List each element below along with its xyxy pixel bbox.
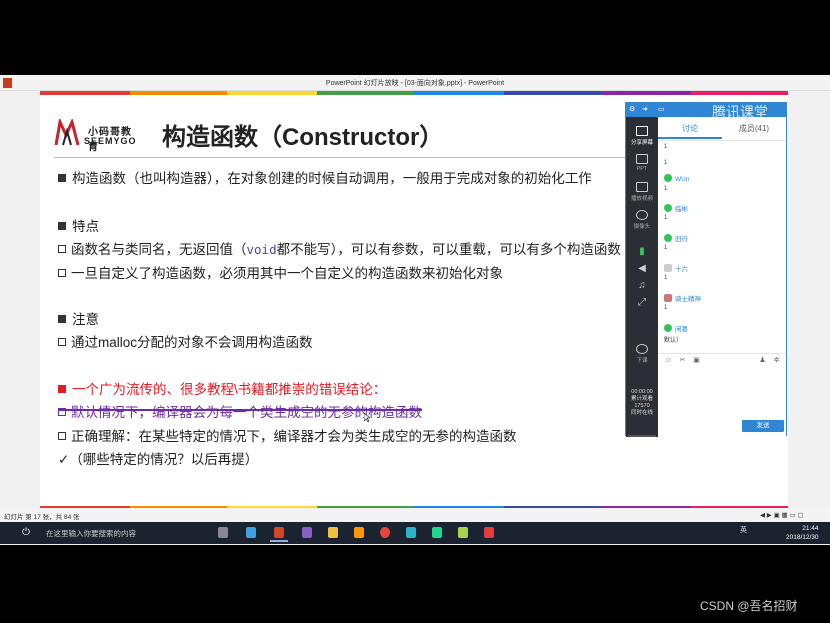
powerpoint-taskbar-icon[interactable] [270, 524, 288, 542]
chrome-icon[interactable] [376, 524, 394, 542]
wechat-avatar-icon [664, 234, 672, 242]
camera-button[interactable]: 摄像头 [626, 207, 658, 235]
brand-logo: 小码哥教育 SEEMYGO [54, 117, 138, 153]
chat-message-text: 1 [664, 186, 668, 192]
window-icon[interactable]: ▭ [658, 106, 666, 114]
slide-counter: 幻灯片 第 17 张，共 84 张 [4, 514, 80, 521]
clion-icon[interactable] [428, 524, 446, 542]
ppt-button[interactable]: PPT [626, 151, 658, 179]
followup-item: ✓（哪些特定的情况？以后再提） [58, 452, 259, 467]
play-video-button[interactable]: 播放视频 [626, 179, 658, 207]
seemygo-logo-icon [54, 119, 80, 146]
app-icon[interactable] [402, 524, 420, 542]
hollow-bullet-icon [58, 432, 66, 440]
microphone-icon[interactable]: ▮ [636, 247, 648, 257]
chat-user[interactable]: 闲葛 [664, 323, 688, 333]
tencent-classroom-panel: ⚙ ➜ ▭ 分享屏幕 PPT 播放视频 摄像头 ▮ ◀ ♫ ⤢ 下课 00:00… [625, 102, 787, 437]
chat-input-toolbar: ☺ ✂ ▣ ♟ ✲ [658, 353, 786, 365]
view-controls[interactable]: ◀ ▶ ▣ ▦ ▭ ▢ [760, 511, 804, 519]
chat-message-text: 1 [664, 215, 668, 221]
tab-discuss[interactable]: 讨论 [658, 123, 722, 139]
mouse-cursor-icon [364, 413, 370, 422]
square-bullet-icon [58, 315, 66, 323]
bullet-definition: 构造函数（也叫构造器），在对象创建的时候自动调用，一般用于完成对象的初始化工作 [58, 167, 592, 187]
screen-icon [636, 126, 648, 136]
arrow-right-icon[interactable]: ➜ [642, 106, 650, 114]
class-stats: 00:00:00 累计观看 17570 同时在线 [630, 389, 653, 416]
hollow-bullet-icon [58, 338, 66, 346]
power-icon [636, 344, 648, 354]
settings-icon[interactable]: ⚙ [629, 106, 637, 114]
power-icon[interactable]: ⏻ [22, 527, 34, 539]
taskbar-clock[interactable]: 21:44 2018/12/30 [786, 524, 819, 542]
feature-item-2: 一旦自定义了构造函数，必须用其中一个自定义的构造函数来初始化对象 [58, 262, 503, 282]
wechat-avatar-icon [664, 174, 672, 182]
send-button[interactable]: 发送 [742, 420, 784, 432]
audio-level-bar [628, 433, 656, 437]
chat-user[interactable]: 骑士精神 [664, 293, 701, 303]
tray-language[interactable]: 英 [740, 525, 747, 535]
chat-area: 讨论 成员(41) 1 1 WUn 1 临彬 1 旧行 1 十六 1 骑士精神 … [658, 117, 786, 437]
speaker-icon[interactable]: ◀ [636, 264, 648, 274]
chat-user[interactable]: 十六 [664, 263, 688, 273]
image-icon[interactable]: ▣ [692, 356, 701, 365]
file-explorer-icon[interactable] [324, 524, 342, 542]
wechat-avatar-icon [664, 204, 672, 212]
window-titlebar: PowerPoint 幻灯片放映 - [03-面向对象.pptx] - Powe… [0, 75, 830, 91]
tencent-classroom-brand: 腾讯课堂 [712, 104, 768, 120]
correct-understanding-item: 正确理解：在某些特定的情况下，编译器才会为类生成空的无参的构造函数 [58, 425, 517, 445]
emoji-icon[interactable]: ☺ [664, 356, 673, 365]
chat-user[interactable]: 旧行 [664, 233, 688, 243]
app-icon[interactable] [454, 524, 472, 542]
wechat-avatar-icon [664, 324, 672, 332]
chat-message-text: 1 [664, 144, 668, 150]
chat-user[interactable]: WUn [664, 174, 689, 183]
visual-studio-icon[interactable] [298, 524, 316, 542]
square-bullet-icon [58, 385, 66, 393]
section-notes: 注意 [58, 308, 99, 328]
feature-item-1: 函数名与类同名，无返回值（void都不能写），可以有参数，可以重载，可以有多个构… [58, 238, 621, 258]
brand-name-en: SEEMYGO [84, 136, 137, 146]
slideshow-statusbar: 幻灯片 第 17 张，共 84 张 ◀ ▶ ▣ ▦ ▭ ▢ [0, 508, 830, 522]
chat-message-text: 1 [664, 160, 668, 166]
ppt-icon [636, 154, 648, 164]
hollow-bullet-icon [58, 269, 66, 277]
hollow-bullet-icon [58, 245, 66, 253]
tab-members[interactable]: 成员(41) [722, 123, 786, 139]
taskbar-search-input[interactable]: 在这里输入你要搜索的内容 [36, 524, 208, 542]
section-features: 特点 [58, 215, 99, 235]
square-bullet-icon [58, 222, 66, 230]
fullscreen-icon[interactable]: ⤢ [636, 298, 648, 308]
user-avatar-icon [664, 294, 672, 302]
chat-message-text: 1 [664, 245, 668, 251]
chat-message-text: 1 [664, 305, 668, 311]
windows-taskbar: ⏻ 在这里输入你要搜索的内容 英 21:44 2018/12/30 [0, 522, 830, 544]
scissors-icon[interactable]: ✂ [678, 356, 687, 365]
play-icon [636, 182, 648, 192]
end-class-button[interactable]: 下课 [626, 341, 658, 369]
window-title: PowerPoint 幻灯片放映 - [03-面向对象.pptx] - Powe… [325, 80, 505, 87]
strikethrough-line [58, 409, 422, 411]
slide-title: 构造函数（Constructor） [162, 124, 444, 151]
square-bullet-icon [58, 174, 66, 182]
user-avatar-icon [664, 264, 672, 272]
chat-message-text: 1 [664, 275, 668, 281]
task-view-icon[interactable] [214, 524, 232, 542]
teacher-sidebar: 分享屏幕 PPT 播放视频 摄像头 ▮ ◀ ♫ ⤢ 下课 00:00:00 累计… [626, 117, 658, 437]
note-item-1: 通过malloc分配的对象不会调用构造函数 [58, 331, 313, 351]
screen: PowerPoint 幻灯片放映 - [03-面向对象.pptx] - Powe… [0, 0, 830, 623]
csdn-watermark: CSDN @吾名招财 [700, 599, 798, 613]
chat-message-text: 默认） [664, 338, 683, 344]
camera-icon [636, 210, 648, 220]
app-icon[interactable] [480, 524, 498, 542]
sublime-icon[interactable] [350, 524, 368, 542]
user-icon[interactable]: ♟ [758, 356, 767, 365]
chat-user[interactable]: 临彬 [664, 203, 688, 213]
tab-divider [658, 140, 786, 141]
share-screen-button[interactable]: 分享屏幕 [626, 123, 658, 151]
gear-icon[interactable]: ✲ [772, 356, 781, 365]
app-icon[interactable] [242, 524, 260, 542]
section-misconception: 一个广为流传的、很多教程\书籍都推崇的错误结论： [58, 378, 386, 398]
music-icon[interactable]: ♫ [636, 281, 648, 291]
